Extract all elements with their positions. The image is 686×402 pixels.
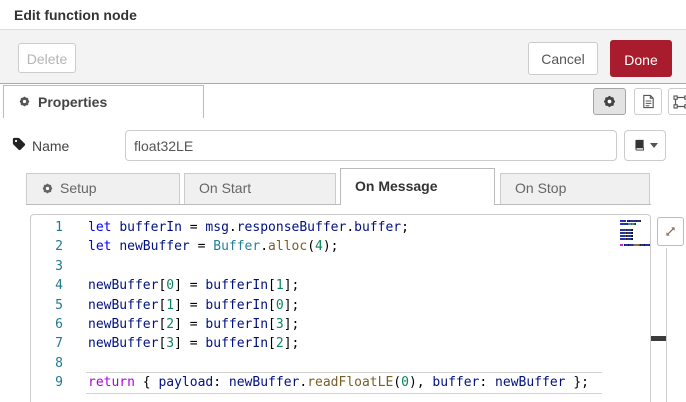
tab-on-stop-label: On Stop <box>515 180 567 196</box>
scrollbar-thumb[interactable] <box>651 336 666 341</box>
gear-icon <box>18 95 31 108</box>
library-button[interactable] <box>624 130 666 161</box>
code-line-3[interactable] <box>88 257 589 276</box>
line-number[interactable]: 2 <box>31 237 63 256</box>
line-number[interactable]: 5 <box>31 296 63 315</box>
code-line-4[interactable]: newBuffer[0] = bufferIn[1]; <box>88 276 589 295</box>
object-group-icon <box>673 94 686 110</box>
line-number[interactable]: 1 <box>31 218 63 237</box>
code-line-6[interactable]: newBuffer[2] = bufferIn[3]; <box>88 315 589 334</box>
tab-setup[interactable]: Setup <box>26 173 180 204</box>
properties-tab-row: Properties <box>0 84 686 118</box>
dialog-title: Edit function node <box>14 7 137 23</box>
edit-function-node-dialog: Edit function node Delete Cancel Done Pr… <box>0 0 686 402</box>
line-number[interactable]: 4 <box>31 276 63 295</box>
tab-on-start[interactable]: On Start <box>184 173 336 204</box>
book-icon <box>633 139 646 152</box>
code-line-7[interactable]: newBuffer[3] = bufferIn[2]; <box>88 334 589 353</box>
name-row: Name <box>0 118 686 168</box>
dialog-header: Edit function node <box>0 0 686 30</box>
code-line-2[interactable]: let newBuffer = Buffer.alloc(4); <box>88 237 589 256</box>
code-lines[interactable]: let bufferIn = msg.responseBuffer.buffer… <box>86 218 602 394</box>
tab-on-message-label: On Message <box>355 178 438 194</box>
line-number[interactable]: 9 <box>31 373 63 392</box>
node-settings-button[interactable] <box>593 88 626 115</box>
code-line-1[interactable]: let bufferIn = msg.responseBuffer.buffer… <box>88 218 589 237</box>
tab-on-stop[interactable]: On Stop <box>500 173 650 204</box>
node-appearance-button[interactable] <box>668 88 686 115</box>
line-number[interactable]: 8 <box>31 354 63 373</box>
delete-button[interactable]: Delete <box>18 43 76 73</box>
done-button[interactable]: Done <box>610 40 672 77</box>
gear-icon <box>41 182 54 195</box>
function-tabs: Setup On Start On Message On Stop <box>26 168 651 205</box>
line-number[interactable]: 6 <box>31 315 63 334</box>
code-line-8[interactable] <box>88 354 589 373</box>
tab-on-message[interactable]: On Message <box>340 168 495 205</box>
tag-icon <box>12 137 26 151</box>
name-label: Name <box>32 138 70 154</box>
gear-icon <box>602 94 617 109</box>
editor-gutter[interactable]: 123456789 <box>31 218 63 393</box>
expand-icon <box>663 224 678 239</box>
expand-editor-button[interactable] <box>657 217 684 246</box>
document-icon <box>641 94 656 109</box>
code-line-9[interactable]: return { payload: newBuffer.readFloatLE(… <box>86 372 602 394</box>
dialog-scrollbar[interactable] <box>651 248 667 402</box>
line-number[interactable]: 3 <box>31 257 63 276</box>
tab-setup-label: Setup <box>60 180 97 196</box>
tab-on-start-label: On Start <box>199 180 252 196</box>
code-editor[interactable]: 123456789 let bufferIn = msg.responseBuf… <box>30 214 651 402</box>
code-line-5[interactable]: newBuffer[1] = bufferIn[0]; <box>88 296 589 315</box>
name-input[interactable] <box>125 130 617 161</box>
tab-properties[interactable]: Properties <box>3 85 204 118</box>
properties-tab-label: Properties <box>38 94 108 110</box>
dialog-toolbar: Delete Cancel Done <box>0 30 686 84</box>
node-description-button[interactable] <box>634 88 662 115</box>
line-number[interactable]: 7 <box>31 334 63 353</box>
chevron-down-icon <box>649 143 658 148</box>
cancel-button[interactable]: Cancel <box>528 42 598 75</box>
tabs-baseline <box>26 204 651 205</box>
editor-minimap[interactable] <box>620 220 650 247</box>
